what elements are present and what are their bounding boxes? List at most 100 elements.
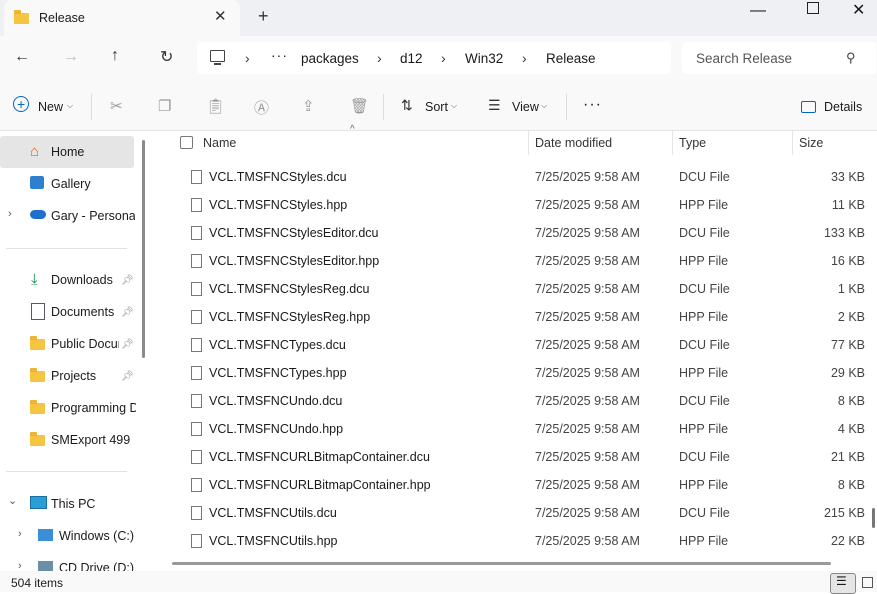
file-size: 33 KB	[830, 170, 865, 184]
new-button[interactable]: New	[38, 100, 63, 114]
search-input[interactable]: Search Release	[696, 51, 792, 66]
file-size: 8 KB	[837, 478, 865, 492]
sidebar-item-downloads[interactable]: Downloads	[51, 273, 113, 287]
file-size: 11 KB	[831, 198, 865, 212]
file-name[interactable]: VCL.TMSFNCUtils.dcu	[209, 506, 337, 520]
chevron-right-icon[interactable]: ›	[18, 528, 22, 540]
pin-icon[interactable]: 📌︎	[121, 275, 134, 286]
breadcrumb-release[interactable]: Release	[546, 51, 596, 66]
rename-icon[interactable]: Ⓐ	[254, 97, 269, 118]
close-window-icon[interactable]: ✕	[852, 0, 865, 20]
documents-icon	[31, 303, 45, 320]
refresh-icon[interactable]: ↻	[160, 47, 173, 67]
drive-icon	[38, 529, 53, 541]
file-name[interactable]: VCL.TMSFNCUtils.hpp	[209, 534, 338, 548]
select-all-checkbox[interactable]	[180, 136, 193, 149]
more-breadcrumbs-icon[interactable]: ···	[271, 47, 288, 63]
folder-icon	[30, 336, 45, 350]
column-header-size[interactable]: Size	[799, 136, 823, 150]
minimize-icon[interactable]: —	[750, 2, 766, 20]
file-name[interactable]: VCL.TMSFNCStylesEditor.hpp	[209, 254, 379, 268]
sidebar-item-smexport[interactable]: SMExport 499	[51, 433, 130, 447]
file-size: 1 KB	[837, 282, 865, 296]
details-pane-icon[interactable]	[801, 101, 816, 113]
sidebar-item-windows-c[interactable]: Windows (C:)	[59, 529, 134, 543]
back-arrow-icon[interactable]: ←	[14, 48, 30, 66]
breadcrumb-chevron-icon: ›	[245, 50, 250, 66]
file-date: 7/25/2025 9:58 AM	[535, 394, 640, 408]
breadcrumb-chevron-icon: ›	[522, 50, 527, 66]
sidebar-item-public-documents[interactable]: Public Docur	[51, 337, 119, 351]
horizontal-scrollbar[interactable]	[172, 562, 831, 565]
chevron-right-icon[interactable]: ›	[8, 208, 12, 220]
chevron-down-icon[interactable]: ⌄	[8, 494, 17, 507]
cut-icon[interactable]: ✂	[110, 97, 123, 115]
sidebar-item-this-pc[interactable]: This PC	[51, 497, 95, 511]
address-bar[interactable]	[197, 42, 671, 74]
pin-icon[interactable]: 📌︎	[121, 371, 134, 382]
home-icon: ⌂	[30, 143, 40, 160]
file-name[interactable]: VCL.TMSFNCStyles.hpp	[209, 198, 347, 212]
sort-ascending-icon: ^	[350, 124, 355, 135]
sort-button[interactable]: Sort	[425, 100, 448, 114]
new-tab-icon[interactable]: +	[258, 6, 269, 27]
column-header-date[interactable]: Date modified	[535, 136, 612, 150]
breadcrumb-win32[interactable]: Win32	[465, 51, 503, 66]
file-name[interactable]: VCL.TMSFNCStylesEditor.dcu	[209, 226, 379, 240]
file-date: 7/25/2025 9:58 AM	[535, 198, 640, 212]
column-header-type[interactable]: Type	[679, 136, 706, 150]
file-name[interactable]: VCL.TMSFNCTypes.hpp	[209, 366, 347, 380]
maximize-icon[interactable]	[807, 2, 819, 14]
file-name[interactable]: VCL.TMSFNCStylesReg.dcu	[209, 282, 369, 296]
file-size: 16 KB	[830, 254, 865, 268]
breadcrumb-d12[interactable]: d12	[400, 51, 423, 66]
pin-icon[interactable]: 📌︎	[121, 339, 134, 350]
share-icon[interactable]: ⇪	[302, 97, 315, 115]
file-type: HPP File	[679, 478, 729, 492]
close-tab-icon[interactable]: ✕	[214, 7, 227, 25]
sidebar-item-gallery[interactable]: Gallery	[51, 177, 91, 191]
sidebar-item-documents[interactable]: Documents	[51, 305, 114, 319]
pin-icon[interactable]: 📌︎	[121, 307, 134, 318]
paste-icon[interactable]: 📋︎	[206, 97, 225, 115]
tiles-view-icon[interactable]	[862, 577, 873, 588]
file-size: 215 KB	[823, 506, 865, 520]
vertical-scrollbar[interactable]	[872, 508, 875, 528]
file-date: 7/25/2025 9:58 AM	[535, 422, 640, 436]
file-type: HPP File	[679, 198, 729, 212]
cd-drive-icon	[38, 561, 53, 571]
file-name[interactable]: VCL.TMSFNCStylesReg.hpp	[209, 310, 370, 324]
file-name[interactable]: VCL.TMSFNCURLBitmapContainer.dcu	[209, 450, 430, 464]
sidebar-scrollbar[interactable]	[142, 140, 145, 358]
breadcrumb-chevron-icon: ›	[441, 50, 446, 66]
file-type: DCU File	[679, 282, 730, 296]
file-date: 7/25/2025 9:58 AM	[535, 226, 640, 240]
sidebar-item-onedrive[interactable]: Gary - Personal	[51, 209, 135, 223]
file-name[interactable]: VCL.TMSFNCStyles.dcu	[209, 170, 347, 184]
sidebar-item-projects[interactable]: Projects	[51, 369, 96, 383]
breadcrumb-chevron-icon: ›	[377, 50, 382, 66]
delete-icon[interactable]: 🗑︎	[350, 97, 369, 115]
breadcrumb-packages[interactable]: packages	[301, 51, 359, 66]
sidebar-item-cd-drive[interactable]: CD Drive (D:) V	[59, 561, 135, 571]
view-button[interactable]: View	[512, 100, 539, 114]
forward-arrow-icon[interactable]: →	[63, 48, 79, 66]
file-name[interactable]: VCL.TMSFNCTypes.dcu	[209, 338, 346, 352]
file-name[interactable]: VCL.TMSFNCUndo.hpp	[209, 422, 343, 436]
details-button[interactable]: Details	[824, 100, 862, 114]
column-header-name[interactable]: Name	[203, 136, 236, 150]
file-icon	[191, 506, 202, 520]
sidebar-item-programming[interactable]: Programming D	[51, 401, 136, 415]
chevron-down-icon: ⌵	[67, 101, 74, 110]
file-icon	[191, 422, 202, 436]
view-icon[interactable]: ☰	[488, 97, 501, 114]
more-options-icon[interactable]: ···	[583, 96, 602, 114]
file-name[interactable]: VCL.TMSFNCUndo.dcu	[209, 394, 342, 408]
up-arrow-icon[interactable]: ↑	[111, 47, 119, 65]
file-name[interactable]: VCL.TMSFNCURLBitmapContainer.hpp	[209, 478, 431, 492]
file-icon	[191, 478, 202, 492]
copy-icon[interactable]: ❐	[158, 97, 171, 115]
sort-icon[interactable]: ⇅	[401, 97, 413, 114]
search-icon[interactable]: ⚲	[846, 50, 856, 66]
folder-icon	[30, 432, 45, 446]
